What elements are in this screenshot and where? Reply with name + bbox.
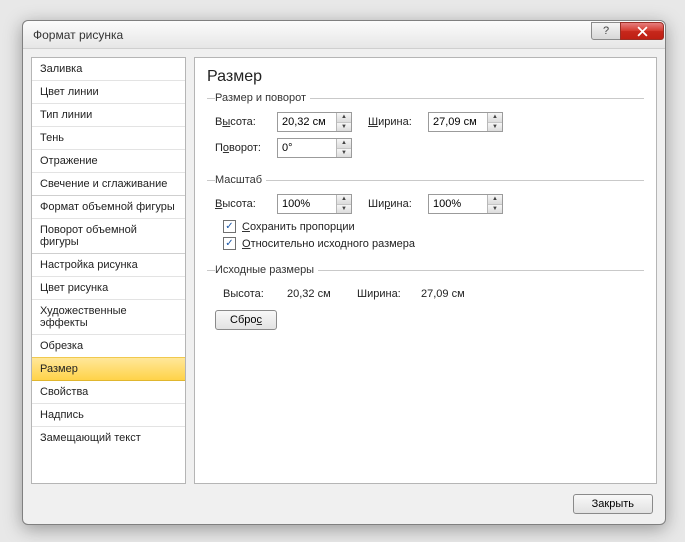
orig-width-label: Ширина: (357, 288, 413, 300)
sidebar-item-line-style[interactable]: Тип линии (32, 104, 185, 127)
close-button[interactable] (620, 22, 664, 40)
height-input[interactable] (278, 113, 336, 131)
scale-height-spinner: ▲▼ (277, 194, 352, 214)
scale-height-down[interactable]: ▼ (337, 205, 351, 214)
rotation-label: Поворот: (215, 142, 271, 154)
close-icon (637, 26, 648, 37)
titlebar[interactable]: Формат рисунка ? (23, 21, 665, 49)
close-dialog-button[interactable]: Закрыть (573, 494, 653, 514)
sidebar-item-picture-color[interactable]: Цвет рисунка (32, 277, 185, 300)
lock-aspect-checkbox[interactable]: ✓ (223, 220, 236, 233)
sidebar-item-artistic-effects[interactable]: Художественные эффекты (32, 300, 185, 335)
sidebar-item-3d-format[interactable]: Формат объемной фигуры (32, 196, 185, 219)
rotation-down[interactable]: ▼ (337, 149, 351, 158)
help-icon: ? (603, 25, 609, 37)
scale-height-up[interactable]: ▲ (337, 195, 351, 205)
width-up[interactable]: ▲ (488, 113, 502, 123)
scale-width-up[interactable]: ▲ (488, 195, 502, 205)
sidebar-item-alt-text[interactable]: Замещающий текст (32, 427, 185, 449)
sidebar-item-properties[interactable]: Свойства (32, 381, 185, 404)
sidebar-item-crop[interactable]: Обрезка (32, 335, 185, 358)
format-picture-dialog: Формат рисунка ? Заливка Цвет линии Тип … (22, 20, 666, 525)
dialog-footer: Закрыть (573, 494, 653, 514)
scale-width-spinner: ▲▼ (428, 194, 503, 214)
sidebar-item-size[interactable]: Размер (32, 357, 185, 381)
lock-aspect-label: Сохранить пропорции (242, 221, 355, 233)
scale-width-input[interactable] (429, 195, 487, 213)
group-size-rotation-legend: Размер и поворот (215, 92, 310, 104)
sidebar-item-fill[interactable]: Заливка (32, 58, 185, 81)
help-button[interactable]: ? (591, 22, 621, 40)
rotation-spinner: ▲▼ (277, 138, 352, 158)
height-label: Высота: (215, 116, 271, 128)
dialog-body: Заливка Цвет линии Тип линии Тень Отраже… (31, 57, 657, 484)
height-down[interactable]: ▼ (337, 123, 351, 132)
scale-height-label: Высота: (215, 198, 271, 210)
reset-button[interactable]: Сброс (215, 310, 277, 330)
sidebar-item-glow[interactable]: Свечение и сглаживание (32, 173, 185, 196)
content-pane: Размер Размер и поворот Высота: ▲▼ Ширин… (194, 57, 657, 484)
group-size-rotation: Размер и поворот Высота: ▲▼ Ширина: ▲▼ П… (207, 92, 644, 164)
rotation-up[interactable]: ▲ (337, 139, 351, 149)
orig-height-value: 20,32 см (287, 288, 349, 300)
width-spinner: ▲▼ (428, 112, 503, 132)
titlebar-buttons: ? (592, 21, 665, 48)
width-input[interactable] (429, 113, 487, 131)
height-up[interactable]: ▲ (337, 113, 351, 123)
group-original-size: Исходные размеры Высота: 20,32 см Ширина… (207, 264, 644, 330)
group-scale-legend: Масштаб (215, 174, 266, 186)
sidebar-item-line-color[interactable]: Цвет линии (32, 81, 185, 104)
sidebar: Заливка Цвет линии Тип линии Тень Отраже… (31, 57, 186, 484)
width-down[interactable]: ▼ (488, 123, 502, 132)
relative-original-checkbox[interactable]: ✓ (223, 237, 236, 250)
orig-height-label: Высота: (223, 288, 279, 300)
sidebar-item-reflection[interactable]: Отражение (32, 150, 185, 173)
sidebar-item-picture-corrections[interactable]: Настройка рисунка (32, 254, 185, 277)
sidebar-item-3d-rotation[interactable]: Поворот объемной фигуры (32, 219, 185, 254)
sidebar-item-shadow[interactable]: Тень (32, 127, 185, 150)
sidebar-item-textbox[interactable]: Надпись (32, 404, 185, 427)
window-title: Формат рисунка (33, 28, 592, 42)
scale-width-down[interactable]: ▼ (488, 205, 502, 214)
height-spinner: ▲▼ (277, 112, 352, 132)
group-scale: Масштаб Высота: ▲▼ Ширина: ▲▼ ✓ Сохрани (207, 174, 644, 254)
page-heading: Размер (207, 68, 644, 86)
orig-width-value: 27,09 см (421, 288, 483, 300)
relative-original-label: Относительно исходного размера (242, 238, 415, 250)
group-original-legend: Исходные размеры (215, 264, 318, 276)
scale-width-label: Ширина: (368, 198, 422, 210)
width-label: Ширина: (368, 116, 422, 128)
rotation-input[interactable] (278, 139, 336, 157)
scale-height-input[interactable] (278, 195, 336, 213)
